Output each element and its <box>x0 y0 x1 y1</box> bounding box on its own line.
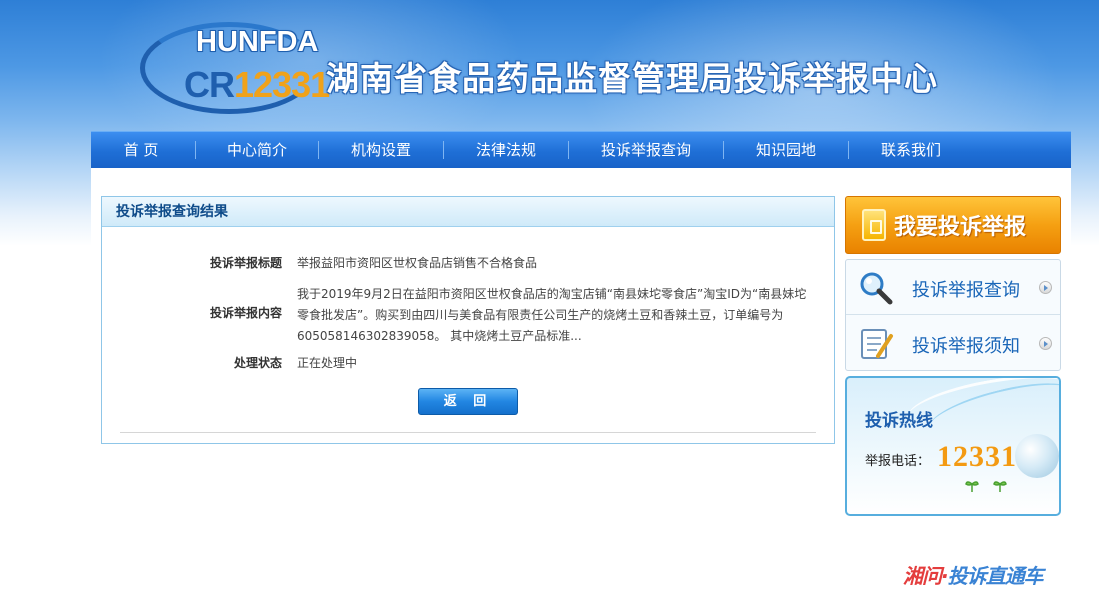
submit-complaint-button[interactable]: 我要投诉举报 <box>845 196 1061 254</box>
sidebar-links: 投诉举报查询 投诉举报须知 <box>845 259 1061 371</box>
main-nav: 首 页 中心简介 机构设置 法律法规 投诉举报查询 知识园地 联系我们 <box>91 131 1071 168</box>
watermark-red-text: 湘问· <box>903 564 949 588</box>
sidebar-link-label: 投诉举报须知 <box>912 336 1020 357</box>
nav-item-home[interactable]: 首 页 <box>91 132 191 169</box>
panel-title: 投诉举报查询结果 <box>102 197 834 227</box>
sidebar-link-notice[interactable]: 投诉举报须知 <box>846 316 1060 371</box>
status-value: 正在处理中 <box>297 356 358 370</box>
submit-complaint-label: 我要投诉举报 <box>894 215 1027 240</box>
field-value: 举报益阳市资阳区世权食品店销售不合格食品 <box>297 256 538 270</box>
divider <box>120 432 816 433</box>
site-title: 湖南省食品药品监督管理局投诉举报中心 <box>326 59 938 98</box>
field-label: 处理状态 <box>233 356 282 370</box>
logo-text-hunfda: HUNFDA <box>196 26 319 58</box>
magnifier-icon <box>860 272 893 305</box>
mailbox-icon <box>862 209 886 241</box>
hotline-box: 投诉热线 举报电话： 12331 <box>845 376 1061 516</box>
field-label: 投诉举报内容 <box>209 306 282 320</box>
arrow-right-icon <box>1039 337 1052 350</box>
logo-number: 12331 <box>234 64 330 105</box>
back-button[interactable]: 返 回 <box>418 388 518 415</box>
hotline-title: 投诉热线 <box>865 411 933 431</box>
nav-item-knowledge[interactable]: 知识园地 <box>724 132 848 169</box>
query-result-panel: 投诉举报查询结果 投诉举报标题 举报益阳市资阳区世权食品店销售不合格食品 投诉举… <box>101 196 835 444</box>
nav-item-organization[interactable]: 机构设置 <box>319 132 443 169</box>
site-logo[interactable]: HUNFDA CR12331 <box>140 12 330 114</box>
sprout-icon <box>993 481 1007 492</box>
hotline-label: 举报电话： <box>865 454 931 469</box>
notepad-icon <box>861 329 893 359</box>
sidebar-link-label: 投诉举报查询 <box>912 280 1020 301</box>
hotline-number: 12331 <box>937 440 1017 473</box>
field-label: 投诉举报标题 <box>209 256 282 270</box>
watermark-blue-text: 投诉直通车 <box>947 564 1044 588</box>
nav-item-about[interactable]: 中心简介 <box>196 132 318 169</box>
nav-item-laws[interactable]: 法律法规 <box>444 132 568 169</box>
sidebar-link-query[interactable]: 投诉举报查询 <box>846 260 1060 315</box>
nav-item-complaint-query[interactable]: 投诉举报查询 <box>569 132 723 169</box>
globe-icon <box>1015 434 1059 478</box>
logo-text-cr12331: CR12331 <box>184 64 330 106</box>
footer-watermark: 湘问·投诉直通车 <box>903 560 1044 589</box>
logo-cr: CR <box>184 64 235 105</box>
nav-item-contact[interactable]: 联系我们 <box>849 132 973 169</box>
field-value: 我于2019年9月2日在益阳市资阳区世权食品店的淘宝店铺“南县妹坨零食店”淘宝I… <box>297 287 807 343</box>
sprout-icon <box>965 481 979 492</box>
arrow-right-icon <box>1039 281 1052 294</box>
